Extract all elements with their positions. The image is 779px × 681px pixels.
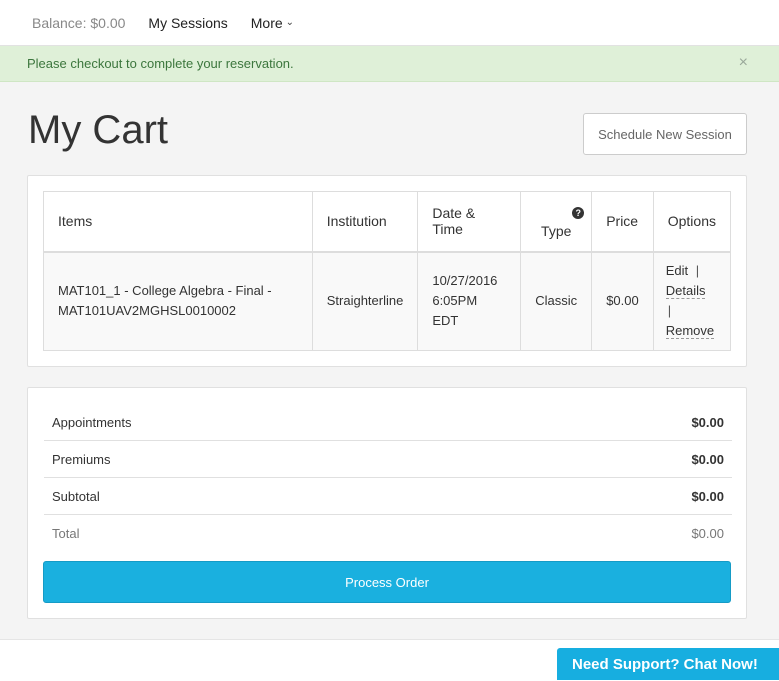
- my-sessions-link[interactable]: My Sessions: [148, 15, 227, 31]
- more-menu-label: More: [250, 14, 283, 31]
- details-link[interactable]: Details: [665, 283, 706, 300]
- item-name: MAT101_1 - College Algebra - Final -: [58, 283, 272, 299]
- cell-price: $0.00: [591, 251, 654, 351]
- cell-options: Edit | Details | Remove: [652, 251, 732, 351]
- header-institution: Institution: [311, 191, 419, 253]
- cell-date-time: 10/27/2016 6:05PM EDT: [417, 251, 522, 351]
- header-options: Options: [652, 191, 732, 253]
- cart-panel: Items Institution Date & Time ? Type Pri…: [27, 175, 747, 367]
- summary-row-premiums: Premiums $0.00: [44, 441, 732, 478]
- subtotal-value: $0.00: [691, 488, 724, 504]
- session-time: 6:05PM EDT: [432, 293, 478, 329]
- top-navigation: Balance: $0.00 My Sessions More ⌄: [0, 0, 779, 46]
- summary-row-appointments: Appointments $0.00: [44, 404, 732, 441]
- chat-support-button[interactable]: Need Support? Chat Now!: [557, 648, 779, 680]
- appointments-label: Appointments: [52, 414, 132, 430]
- header-items: Items: [43, 191, 313, 253]
- header-type: ? Type: [520, 191, 593, 253]
- options-separator: |: [667, 303, 672, 319]
- options-separator: |: [695, 263, 700, 279]
- cell-item: MAT101_1 - College Algebra - Final - MAT…: [43, 251, 313, 351]
- summary-row-subtotal: Subtotal $0.00: [44, 478, 732, 515]
- schedule-new-session-button[interactable]: Schedule New Session: [583, 113, 747, 155]
- cart-table: Items Institution Date & Time ? Type Pri…: [43, 191, 732, 351]
- alert-message: Please checkout to complete your reserva…: [27, 56, 294, 71]
- header-type-label: Type: [541, 222, 572, 239]
- premiums-value: $0.00: [691, 451, 724, 467]
- total-value: $0.00: [691, 526, 724, 541]
- reservation-alert: Please checkout to complete your reserva…: [0, 46, 779, 82]
- help-icon[interactable]: ?: [572, 206, 585, 219]
- summary-row-total: Total $0.00: [44, 515, 732, 552]
- header-date-time: Date & Time: [417, 191, 522, 253]
- premiums-label: Premiums: [52, 451, 111, 467]
- page-title: My Cart: [28, 108, 168, 152]
- appointments-value: $0.00: [691, 414, 724, 430]
- remove-link[interactable]: Remove: [665, 323, 715, 340]
- edit-link[interactable]: Edit: [666, 263, 688, 278]
- close-icon[interactable]: ×: [739, 55, 748, 71]
- total-label: Total: [52, 526, 80, 541]
- more-menu[interactable]: More ⌄: [251, 15, 294, 31]
- process-order-button[interactable]: Process Order: [43, 561, 731, 603]
- chevron-down-icon: ⌄: [285, 17, 295, 28]
- cell-institution: Straighterline: [311, 251, 419, 351]
- cell-type: Classic: [520, 251, 593, 351]
- balance-label: Balance: $0.00: [32, 14, 126, 31]
- subtotal-label: Subtotal: [52, 488, 100, 504]
- session-date: 10/27/2016: [432, 273, 498, 289]
- table-row: MAT101_1 - College Algebra - Final - MAT…: [43, 251, 732, 351]
- order-summary-panel: Appointments $0.00 Premiums $0.00 Subtot…: [27, 387, 747, 619]
- item-code: MAT101UAV2MGHSL0010002: [58, 303, 237, 319]
- header-price: Price: [591, 191, 654, 253]
